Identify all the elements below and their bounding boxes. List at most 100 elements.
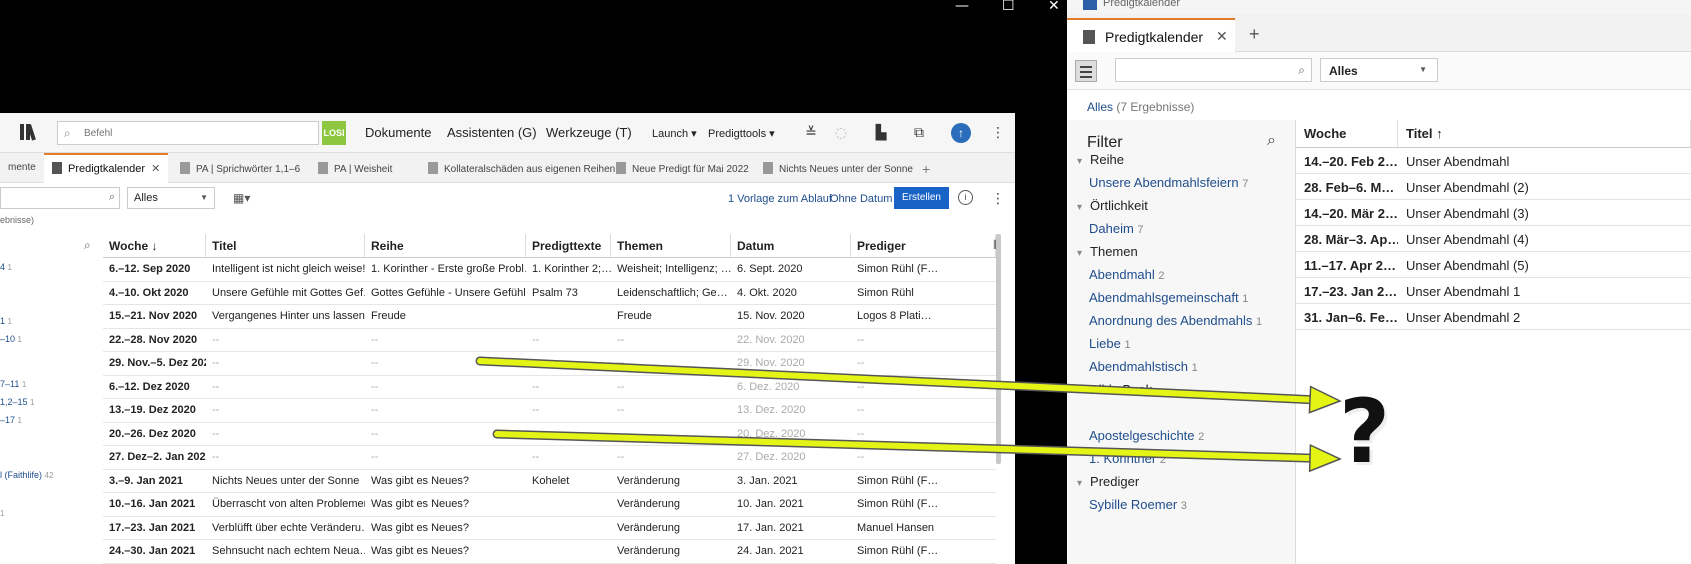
column-header[interactable]: Predigttexte <box>526 234 611 257</box>
new-tab-button[interactable]: + <box>922 161 930 177</box>
column-header[interactable]: Reihe <box>365 234 526 257</box>
table-row[interactable]: 29. Nov.–5. Dez 2020 -- -- -- -- 29. Nov. 202… <box>103 352 996 376</box>
layout-icon[interactable]: ▙ <box>873 125 889 141</box>
menu-tools[interactable]: Werkzeuge (T) <box>546 125 632 140</box>
filter-group[interactable]: Reihe <box>1077 152 1124 167</box>
table-row[interactable]: 14.–20. Mär 2… Unser Abendmahl (3) <box>1296 200 1691 226</box>
filter-item[interactable]: 1 1 <box>0 316 12 326</box>
no-date-link[interactable]: Ohne Datum <box>830 193 892 205</box>
column-header[interactable]: Titel <box>206 234 365 257</box>
filter-item[interactable]: 1. Korinther 2 <box>1089 451 1166 466</box>
filter-group[interactable]: Prediger <box>1077 474 1139 489</box>
filter-item[interactable]: –10 1 <box>0 334 22 344</box>
filter-item[interactable]: Abendmahl 2 <box>1089 267 1165 282</box>
table-row[interactable]: 6.–12. Sep 2020 Intelligent ist nicht gle… <box>103 258 996 282</box>
tab-predigtkalender[interactable]: Predigtkalender ✕ <box>44 153 169 183</box>
table-row[interactable]: 4.–10. Okt 2020 Unsere Gefühle mit Gottes… <box>103 282 996 305</box>
filter-search-icon[interactable]: ⌕ <box>1267 132 1276 150</box>
tab-pa-weisheit[interactable]: PA | Weisheit <box>310 153 400 183</box>
hamburger-menu-icon[interactable] <box>1075 60 1097 82</box>
command-box[interactable]: ⌕ <box>57 121 319 145</box>
table-row[interactable]: 14.–20. Feb 2… Unser Abendmahl <box>1296 148 1691 174</box>
create-button[interactable]: Erstellen <box>894 187 949 209</box>
column-header[interactable]: Woche ↓ <box>103 234 206 257</box>
table-row[interactable]: 24.–30. Jan 2021 Sehnsucht nach echtem Ne… <box>103 540 996 564</box>
filter-item[interactable]: Liebe 1 <box>1089 336 1131 351</box>
table-row[interactable]: 20.–26. Dez 2020 -- -- -- -- 20. Dez. 2020 -- <box>103 423 996 446</box>
filter-item[interactable]: 4 1 <box>0 262 12 272</box>
tab-pa-sprichwoerter[interactable]: PA | Sprichwörter 1,1–6 <box>172 153 308 183</box>
tab-nichts-neues[interactable]: Nichts Neues unter der Sonne <box>755 153 921 183</box>
table-cell: Unser Abendmahl (4) <box>1406 232 1529 247</box>
filter-group[interactable]: Themen <box>1077 244 1138 259</box>
filter-group[interactable]: Bible Book <box>1077 382 1152 397</box>
filter-item[interactable]: l (Faithlife) 42 <box>0 470 53 480</box>
column-header[interactable]: Woche <box>1296 120 1398 147</box>
tab-close-icon[interactable]: ✕ <box>151 163 160 175</box>
table-row[interactable]: 15.–21. Nov 2020 Vergangenes Hinter uns l… <box>103 305 996 329</box>
close-button[interactable]: ✕ <box>1048 0 1060 14</box>
search-input[interactable]: ⌕ <box>1115 58 1312 82</box>
filter-item[interactable]: 7–11 1 <box>0 379 26 389</box>
library-icon[interactable] <box>20 124 38 141</box>
table-row[interactable]: 3.–9. Jan 2021 Nichts Neues unter der Son… <box>103 470 996 493</box>
view-options-icon[interactable]: ▦▾ <box>233 191 250 205</box>
sync-icon[interactable]: ◌ <box>833 125 849 141</box>
table-row[interactable]: 17.–23. Jan 2… Unser Abendmahl 1 <box>1296 278 1691 304</box>
more-icon[interactable]: ⋮ <box>991 126 1005 140</box>
table-cell: 22.–28. Nov 2020 <box>109 333 198 346</box>
table-row[interactable]: 22.–28. Nov 2020 -- -- -- -- 22. Nov. 2020 -- <box>103 329 996 352</box>
column-header[interactable]: Datum <box>731 234 851 257</box>
panel-close-icon[interactable]: ⧉ <box>911 125 927 141</box>
column-header[interactable]: Titel ↑ <box>1398 120 1691 147</box>
table-row[interactable]: 10.–16. Jan 2021 Überrascht von alten Pro… <box>103 493 996 517</box>
panel-search-input[interactable]: ⌕ <box>0 187 120 209</box>
minimize-button[interactable]: — <box>955 0 969 14</box>
filter-item[interactable]: Anordnung des Abendmahls 1 <box>1089 313 1262 328</box>
filter-group[interactable]: Örtlichkeit <box>1077 198 1148 213</box>
losi-button[interactable]: LOSI <box>322 121 346 145</box>
tab-kollateralschaeden[interactable]: Kollateralschäden aus eigenen Reihen <box>420 153 623 183</box>
filter-item[interactable]: Abendmahlsgemeinschaft 1 <box>1089 290 1248 305</box>
command-input[interactable] <box>84 125 304 141</box>
table-row[interactable]: 27. Dez–2. Jan 2021 -- -- -- -- 27. Dez. 2020… <box>103 446 996 470</box>
tab-neue-predigt[interactable]: Neue Predigt für Mai 2022 <box>608 153 757 183</box>
results-summary[interactable]: Alles (7 Ergebnisse) <box>1087 100 1194 114</box>
filter-item[interactable]: 1,2–15 1 <box>0 397 35 407</box>
vertical-scrollbar[interactable] <box>996 234 1001 464</box>
filter-item[interactable]: Sybille Roemer 3 <box>1089 497 1187 512</box>
column-header[interactable]: Themen <box>611 234 731 257</box>
filter-search-icon[interactable]: ⌕ <box>84 238 91 253</box>
filter-item[interactable]: Abendmahlstisch 1 <box>1089 359 1198 374</box>
account-icon[interactable]: ↑ <box>951 123 971 143</box>
tab-predigtkalender[interactable]: Predigtkalender ✕ <box>1067 18 1235 52</box>
tab-close-icon[interactable]: ✕ <box>1216 28 1228 45</box>
table-row[interactable]: 28. Feb–6. M… Unser Abendmahl (2) <box>1296 174 1691 200</box>
table-row[interactable]: 13.–19. Dez 2020 -- -- -- -- 13. Dez. 2020 -- <box>103 399 996 423</box>
table-row[interactable]: 31. Jan–6. Fe… Unser Abendmahl 2 <box>1296 304 1691 330</box>
filter-item[interactable]: –17 1 <box>0 415 22 425</box>
maximize-button[interactable]: ☐ <box>1002 0 1015 14</box>
menu-assistants[interactable]: Assistenten (G) <box>447 125 537 140</box>
table-row[interactable]: 11.–17. Apr 2… Unser Abendmahl (5) <box>1296 252 1691 278</box>
expiring-link[interactable]: 1 Vorlage zum Ablauf <box>728 193 832 205</box>
menu-documents[interactable]: Dokumente <box>365 125 431 140</box>
table-cell: Simon Rühl (F… <box>857 545 939 557</box>
new-tab-button[interactable]: + <box>1249 24 1260 45</box>
filter-item[interactable]: Apostelgeschichte 2 <box>1089 428 1204 443</box>
filter-select[interactable]: Alles ▼ <box>1320 58 1438 82</box>
table-row[interactable]: 17.–23. Jan 2021 Verblüfft über echte Ver… <box>103 517 996 540</box>
info-icon[interactable]: i <box>958 190 973 205</box>
chevrons-down-icon[interactable]: ≚ <box>803 125 819 141</box>
filter-item[interactable]: 1 <box>0 508 4 518</box>
menu-predigttools[interactable]: Predigttools ▾ <box>708 127 775 140</box>
filter-item[interactable]: Unsere Abendmahlsfeiern 7 <box>1089 175 1248 190</box>
table-row[interactable]: 28. Mär–3. Ap… Unser Abendmahl (4) <box>1296 226 1691 252</box>
tab-documents[interactable]: mente <box>0 153 44 183</box>
table-row[interactable]: 6.–12. Dez 2020 -- -- -- -- 6. Dez. 2020 -- <box>103 376 996 399</box>
column-header[interactable]: Prediger <box>851 234 996 257</box>
more-icon[interactable]: ⋮ <box>991 192 1005 206</box>
filter-select[interactable]: Alles ▼ <box>127 187 215 209</box>
menu-launch[interactable]: Launch ▾ <box>652 127 697 140</box>
filter-item[interactable]: Daheim 7 <box>1089 221 1144 236</box>
